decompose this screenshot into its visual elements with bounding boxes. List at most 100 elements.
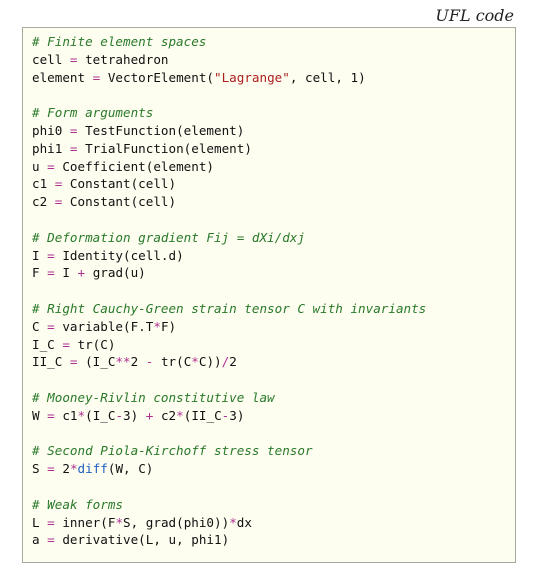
code-line: S = 2*diff(W, C): [32, 460, 515, 478]
code-operator: -: [115, 407, 124, 423]
code-line: II_C = (I_C**2 - tr(C*C))/2: [32, 353, 515, 371]
code-line: u = Coefficient(element): [32, 158, 515, 176]
code-token: c2: [32, 194, 55, 210]
code-operator: =: [47, 532, 55, 548]
code-line: # Weak forms: [32, 496, 515, 514]
code-operator: *: [115, 514, 124, 530]
code-line: a = derivative(L, u, phi1): [32, 531, 515, 549]
code-operator: =: [62, 336, 70, 352]
code-line: cell = tetrahedron: [32, 51, 515, 69]
code-caption: UFL code: [435, 6, 514, 25]
code-operator: =: [47, 514, 55, 530]
code-operator: =: [47, 247, 55, 263]
code-token: c1: [32, 176, 55, 192]
code-builtin: diff: [77, 461, 108, 477]
code-line: phi1 = TrialFunction(element): [32, 140, 515, 158]
code-token: 3): [123, 407, 146, 423]
code-token: TestFunction(element): [77, 122, 245, 138]
code-operator: *: [229, 514, 237, 530]
code-operator: =: [69, 122, 78, 138]
code-operator: *: [191, 354, 199, 370]
code-line: # Form arguments: [32, 104, 515, 122]
code-token: a: [32, 532, 48, 548]
code-operator: +: [77, 265, 86, 281]
code-comment: # Form arguments: [32, 105, 154, 121]
code-operator: =: [69, 51, 78, 67]
code-comment: # Finite element spaces: [32, 34, 207, 49]
code-line: C = variable(F.T*F): [32, 318, 515, 336]
code-token: tetrahedron: [77, 51, 169, 67]
code-line: # Right Cauchy-Green strain tensor C wit…: [32, 300, 515, 318]
code-token: 2: [54, 461, 70, 477]
code-token: S, grad(phi0)): [123, 514, 230, 530]
code-line: F = I + grad(u): [32, 264, 515, 282]
code-operator: =: [47, 318, 55, 334]
code-comment: # Second Piola-Kirchoff stress tensor: [32, 443, 313, 459]
code-token: tr(C: [153, 354, 192, 370]
code-token: II_C: [32, 354, 70, 370]
code-line: L = inner(F*S, grad(phi0))*dx: [32, 514, 515, 532]
code-token: VectorElement(: [100, 69, 214, 85]
code-line: # Finite element spaces: [32, 33, 515, 51]
code-token: variable(F.T: [54, 318, 154, 334]
code-token: I_C: [32, 336, 63, 352]
code-token: I: [54, 265, 78, 281]
code-line: # Mooney-Rivlin constitutive law: [32, 389, 515, 407]
code-operator: *: [153, 318, 161, 334]
code-line: W = c1*(I_C-3) + c2*(II_C-3): [32, 407, 515, 425]
code-token: C: [32, 318, 48, 334]
code-token: , cell, 1): [289, 69, 366, 85]
code-line: element = VectorElement("Lagrange", cell…: [32, 69, 515, 87]
code-token: TrialFunction(element): [77, 140, 252, 156]
code-token: Coefficient(element): [54, 158, 214, 174]
code-token: Constant(cell): [62, 194, 177, 210]
code-token: F): [160, 318, 177, 334]
code-token: element: [32, 69, 93, 85]
code-token: Identity(cell.d): [54, 247, 184, 263]
code-token: (I_C: [77, 354, 116, 370]
code-operator: =: [47, 265, 55, 281]
code-line: I_C = tr(C): [32, 336, 515, 354]
code-token: derivative(L, u, phi1): [54, 532, 230, 548]
code-token: phi0: [32, 122, 70, 138]
code-token: I: [32, 247, 48, 263]
code-comment: # Weak forms: [32, 496, 123, 512]
code-token: dx: [236, 514, 252, 530]
code-token: (I_C: [85, 407, 116, 423]
code-token: phi1: [32, 140, 70, 156]
code-listing: # Finite element spaces cell = tetrahedro…: [22, 27, 516, 563]
code-token: u: [32, 158, 48, 174]
code-line: phi0 = TestFunction(element): [32, 122, 515, 140]
code-token: 3): [229, 407, 245, 423]
code-token: grad(u): [85, 265, 146, 281]
code-token: (W, C): [107, 461, 154, 477]
code-line: c1 = Constant(cell): [32, 175, 515, 193]
code-line: I = Identity(cell.d): [32, 247, 515, 265]
code-operator: =: [47, 158, 55, 174]
code-operator: =: [47, 407, 55, 423]
code-comment: # Right Cauchy-Green strain tensor C wit…: [32, 300, 427, 316]
code-operator: =: [69, 140, 78, 156]
code-token: 2: [229, 354, 237, 370]
code-string: "Lagrange": [214, 69, 290, 85]
code-operator: *: [77, 407, 86, 423]
code-token: S: [32, 461, 48, 477]
code-token: L: [32, 514, 48, 530]
code-line: c2 = Constant(cell): [32, 193, 515, 211]
code-operator: *: [69, 461, 78, 477]
code-token: tr(C): [69, 336, 116, 352]
code-token: C)): [198, 354, 222, 370]
code-token: c2: [153, 407, 177, 423]
code-token: (II_C: [183, 407, 222, 423]
code-token: cell: [32, 51, 70, 67]
code-operator: **: [115, 354, 131, 370]
code-operator: *: [176, 407, 184, 423]
code-token: Constant(cell): [62, 176, 177, 192]
code-token: 2: [130, 354, 146, 370]
